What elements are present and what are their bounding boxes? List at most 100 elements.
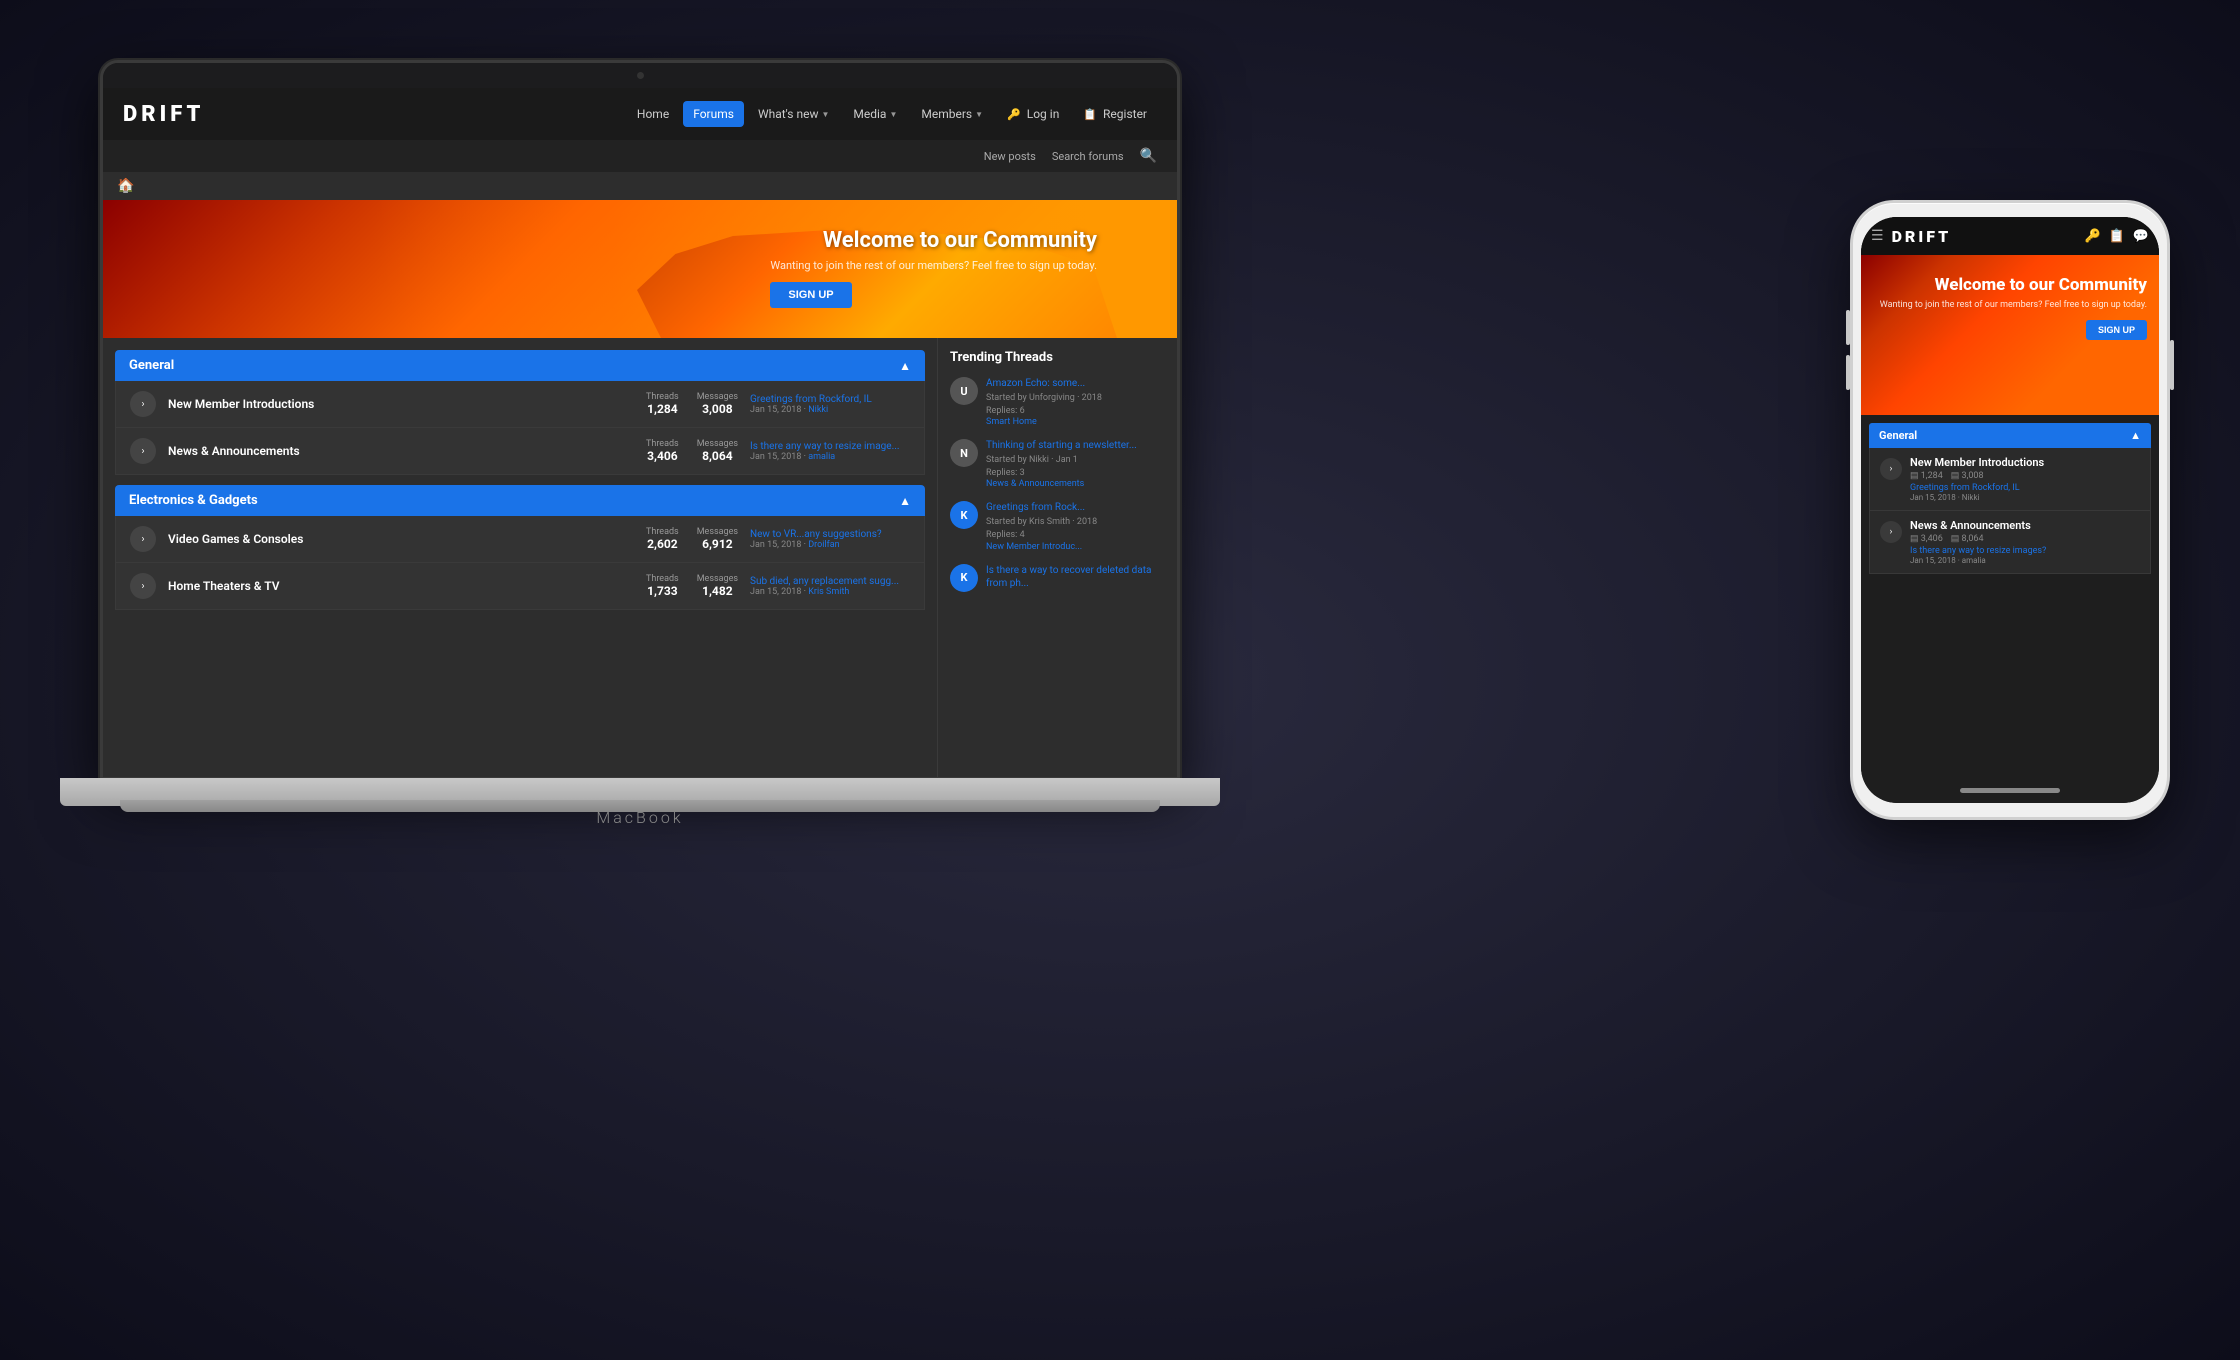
forum-stats-games: Threads 2,602 Messages 6,912 bbox=[646, 527, 738, 551]
iphone-latest-title-1[interactable]: Greetings from Rockford, IL bbox=[1910, 483, 2140, 493]
iphone-forum-name-1: New Member Introductions bbox=[1910, 456, 2140, 469]
latest-meta-new-member: Jan 15, 2018 · Nikki bbox=[750, 405, 910, 415]
iphone-category-general[interactable]: General ▲ bbox=[1869, 423, 2151, 448]
forum-messages-news: Messages 8,064 bbox=[697, 439, 738, 463]
trending-cat-1[interactable]: Smart Home bbox=[986, 417, 1102, 427]
new-posts-link[interactable]: New posts bbox=[984, 150, 1036, 163]
trending-title-3[interactable]: Greetings from Rock... bbox=[986, 501, 1097, 514]
trending-cat-3[interactable]: New Member Introduc... bbox=[986, 542, 1097, 552]
trending-info-2: Thinking of starting a newsletter... Sta… bbox=[986, 439, 1137, 489]
trending-avatar-2: N bbox=[950, 439, 978, 467]
home-breadcrumb-icon[interactable]: 🏠 bbox=[117, 178, 134, 194]
nav-links: Home Forums What's new ▼ Media bbox=[627, 101, 1157, 127]
hero-title: Welcome to our Community bbox=[770, 228, 1097, 253]
forum-name-ht: Home Theaters & TV bbox=[168, 579, 634, 593]
iphone-top-bar: ☰ DRIFT 🔑 📋 💬 bbox=[1861, 217, 2159, 255]
trending-cat-2[interactable]: News & Announcements bbox=[986, 479, 1137, 489]
iphone-forums: General ▲ › New Member Introductions ▤ 1… bbox=[1861, 415, 2159, 803]
nav-forums[interactable]: Forums bbox=[683, 101, 744, 127]
iphone-forum-chevron-1[interactable]: › bbox=[1880, 458, 1902, 480]
home-bar: 🏠 bbox=[103, 172, 1177, 200]
nav-members[interactable]: Members ▼ bbox=[911, 101, 993, 127]
latest-user-news[interactable]: amalia bbox=[808, 452, 835, 462]
trending-info-4: Is there a way to recover deleted data f… bbox=[986, 564, 1165, 590]
trending-title-4[interactable]: Is there a way to recover deleted data f… bbox=[986, 564, 1165, 590]
forum-name-new-member: New Member Introductions bbox=[168, 397, 634, 411]
iphone-signup-button[interactable]: SIGN UP bbox=[2086, 320, 2147, 340]
hero-signup-button[interactable]: SIGN UP bbox=[770, 282, 851, 308]
iphone-vol-down[interactable] bbox=[1846, 355, 1850, 390]
latest-title-news[interactable]: Is there any way to resize image... bbox=[750, 441, 910, 452]
screen-content: DRIFT Home Forums What's new ▼ bbox=[103, 88, 1177, 777]
iphone-forum-row-1: › New Member Introductions ▤ 1,284 ▤ 3,0… bbox=[1869, 448, 2151, 511]
nav-register[interactable]: 📋 Register bbox=[1073, 101, 1157, 127]
latest-title-new-member[interactable]: Greetings from Rockford, IL bbox=[750, 394, 910, 405]
main-content: General ▲ › New Member Introductions Thr… bbox=[103, 338, 1177, 777]
screen-bezel bbox=[103, 63, 1177, 88]
trending-item-4: K Is there a way to recover deleted data… bbox=[950, 564, 1165, 592]
iphone-screen: ☰ DRIFT 🔑 📋 💬 Welcome to our Community W… bbox=[1861, 217, 2159, 803]
trending-item-1: U Amazon Echo: some... Started by Unforg… bbox=[950, 377, 1165, 427]
iphone-forum-info-1: New Member Introductions ▤ 1,284 ▤ 3,008… bbox=[1910, 456, 2140, 502]
forum-stats-news: Threads 3,406 Messages 8,064 bbox=[646, 439, 738, 463]
iphone-threads-stat-2: ▤ 3,406 bbox=[1910, 534, 1943, 544]
iphone-messages-stat-2: ▤ 8,064 bbox=[1951, 534, 1984, 544]
iphone-forum-name-2: News & Announcements bbox=[1910, 519, 2140, 532]
macbook-label: MacBook bbox=[100, 808, 1180, 827]
forum-latest-new-member: Greetings from Rockford, IL Jan 15, 2018… bbox=[750, 394, 910, 415]
forum-row-games: › Video Games & Consoles Threads 2,602 M… bbox=[115, 516, 925, 563]
iphone-menu-icon[interactable]: ☰ bbox=[1871, 228, 1884, 244]
trending-avatar-4: K bbox=[950, 564, 978, 592]
forum-row-news: › News & Announcements Threads 3,406 Mes… bbox=[115, 428, 925, 475]
trending-meta-2: Started by Nikki · Jan 1 Replies: 3 bbox=[986, 454, 1137, 479]
nav-media[interactable]: Media ▼ bbox=[843, 101, 907, 127]
nav-login[interactable]: 🔑 Log in bbox=[997, 101, 1069, 127]
forum-stats-new-member: Threads 1,284 Messages 3,008 bbox=[646, 392, 738, 416]
category-electronics-header[interactable]: Electronics & Gadgets ▲ bbox=[115, 485, 925, 516]
nav-home[interactable]: Home bbox=[627, 101, 679, 127]
forum-row-new-member: › New Member Introductions Threads 1,284… bbox=[115, 381, 925, 428]
forum-chevron-new-member[interactable]: › bbox=[130, 391, 156, 417]
forum-threads-games: Threads 2,602 bbox=[646, 527, 679, 551]
forum-chevron-games[interactable]: › bbox=[130, 526, 156, 552]
iphone-latest-title-2[interactable]: Is there any way to resize images? bbox=[1910, 546, 2140, 556]
forum-app: DRIFT Home Forums What's new ▼ bbox=[103, 88, 1177, 777]
trending-title-2[interactable]: Thinking of starting a newsletter... bbox=[986, 439, 1137, 452]
iphone-hero-text: Welcome to our Community Wanting to join… bbox=[1880, 275, 2147, 340]
trending-avatar-1: U bbox=[950, 377, 978, 405]
iphone-content: ☰ DRIFT 🔑 📋 💬 Welcome to our Community W… bbox=[1861, 217, 2159, 803]
iphone-latest-meta-1: Jan 15, 2018 · Nikki bbox=[1910, 493, 2140, 502]
macbook-device: DRIFT Home Forums What's new ▼ bbox=[100, 60, 1230, 1010]
category-general-header[interactable]: General ▲ bbox=[115, 350, 925, 381]
forum-chevron-ht[interactable]: › bbox=[130, 573, 156, 599]
search-icon[interactable]: 🔍 bbox=[1140, 148, 1157, 164]
whats-new-arrow: ▼ bbox=[821, 110, 829, 119]
search-forums-link[interactable]: Search forums bbox=[1052, 150, 1124, 163]
latest-title-ht[interactable]: Sub died, any replacement sugg... bbox=[750, 576, 910, 587]
latest-user-ht[interactable]: Kris Smith bbox=[808, 587, 849, 597]
iphone-bookmark-icon[interactable]: 📋 bbox=[2109, 229, 2125, 244]
latest-user-games[interactable]: Droilfan bbox=[808, 540, 839, 550]
iphone-key-icon[interactable]: 🔑 bbox=[2084, 229, 2100, 244]
forum-threads-news: Threads 3,406 bbox=[646, 439, 679, 463]
iphone-hero: Welcome to our Community Wanting to join… bbox=[1861, 255, 2159, 415]
iphone-vol-up[interactable] bbox=[1846, 310, 1850, 345]
iphone-forum-chevron-2[interactable]: › bbox=[1880, 521, 1902, 543]
macbook-screen: DRIFT Home Forums What's new ▼ bbox=[100, 60, 1180, 780]
iphone-side-button[interactable] bbox=[2170, 340, 2174, 390]
nav-logo: DRIFT bbox=[123, 102, 204, 127]
hero-subtitle: Wanting to join the rest of our members?… bbox=[770, 259, 1097, 272]
latest-title-games[interactable]: New to VR...any suggestions? bbox=[750, 529, 910, 540]
iphone-chat-icon[interactable]: 💬 bbox=[2133, 229, 2149, 244]
nav-whats-new[interactable]: What's new ▼ bbox=[748, 101, 839, 127]
iphone-threads-stat-1: ▤ 1,284 bbox=[1910, 471, 1943, 481]
iphone-home-indicator[interactable] bbox=[1960, 788, 2060, 793]
forums-list: General ▲ › New Member Introductions Thr… bbox=[103, 338, 937, 777]
forum-messages-new-member: Messages 3,008 bbox=[697, 392, 738, 416]
forum-latest-ht: Sub died, any replacement sugg... Jan 15… bbox=[750, 576, 910, 597]
latest-user-new-member[interactable]: Nikki bbox=[808, 405, 828, 415]
forum-chevron-news[interactable]: › bbox=[130, 438, 156, 464]
trending-title-1[interactable]: Amazon Echo: some... bbox=[986, 377, 1102, 390]
iphone-hero-title: Welcome to our Community bbox=[1880, 275, 2147, 295]
forum-messages-games: Messages 6,912 bbox=[697, 527, 738, 551]
